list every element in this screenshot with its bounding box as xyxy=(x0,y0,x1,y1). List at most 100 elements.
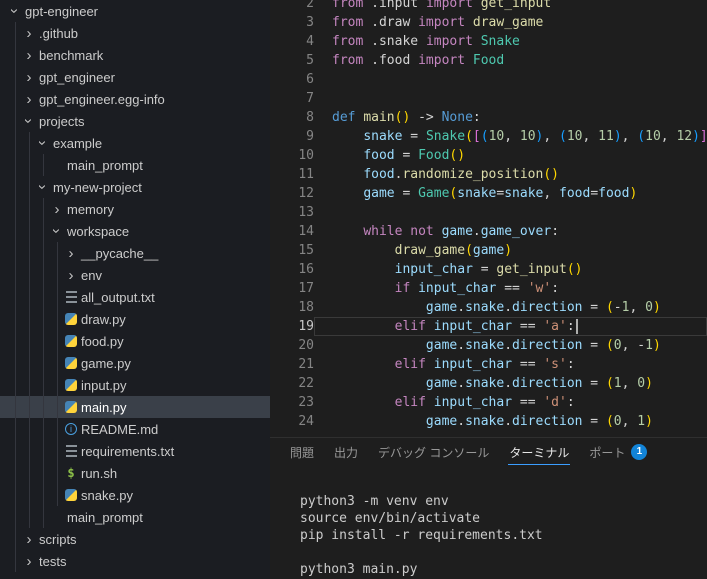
file-tree: › gpt-engineer › .github › benchmark › gpt_engi… xyxy=(0,0,270,572)
line-number[interactable]: 10 xyxy=(270,146,314,165)
tree-item-main_prompt[interactable]: main_prompt xyxy=(0,154,270,176)
tree-item-label: README.md xyxy=(81,421,159,437)
tree-item-requirements.txt[interactable]: requirements.txt xyxy=(0,440,270,462)
indent-guide xyxy=(22,264,36,286)
panel-tab-terminal[interactable]: ターミナル xyxy=(499,438,579,467)
code-line-2[interactable]: 2 from .input import get_input xyxy=(270,0,707,13)
line-number[interactable]: 2 xyxy=(270,0,314,13)
tree-item-label: main.py xyxy=(81,399,127,415)
indent-guide xyxy=(22,484,36,506)
code-line-14[interactable]: 14 while not game.game_over: xyxy=(270,222,707,241)
panel-tab-ports[interactable]: ポート 1 xyxy=(579,438,657,467)
panel-tab-problems[interactable]: 問題 xyxy=(280,438,324,467)
tree-item-benchmark[interactable]: › benchmark xyxy=(0,44,270,66)
tree-item-example[interactable]: › example xyxy=(0,132,270,154)
line-number[interactable]: 13 xyxy=(270,203,314,222)
code-line-20[interactable]: 20 game.snake.direction = (0, -1) xyxy=(270,336,707,355)
code-editor[interactable]: 2 from .input import get_input 3 from .draw… xyxy=(270,0,707,437)
indent-guide xyxy=(8,176,22,198)
code-line-16[interactable]: 16 input_char = get_input() xyxy=(270,260,707,279)
tree-item-workspace[interactable]: › workspace xyxy=(0,220,270,242)
tree-item-run.sh[interactable]: $ run.sh xyxy=(0,462,270,484)
tree-item-my-new-project[interactable]: › my-new-project xyxy=(0,176,270,198)
tree-item-.github[interactable]: › .github xyxy=(0,22,270,44)
line-number[interactable]: 23 xyxy=(270,393,314,412)
line-number[interactable]: 21 xyxy=(270,355,314,374)
code-line-8[interactable]: 8 def main() -> None: xyxy=(270,108,707,127)
code-text: game.snake.direction = (-1, 0) xyxy=(425,300,661,315)
line-number[interactable]: 22 xyxy=(270,374,314,393)
tree-item-label: my-new-project xyxy=(53,179,142,195)
tree-item-env[interactable]: › env xyxy=(0,264,270,286)
line-number[interactable]: 9 xyxy=(270,127,314,146)
code-line-18[interactable]: 18 game.snake.direction = (-1, 0) xyxy=(270,298,707,317)
code-line-5[interactable]: 5 from .food import Food xyxy=(270,51,707,70)
line-number[interactable]: 19 xyxy=(270,317,314,336)
tree-item-tests[interactable]: › tests xyxy=(0,550,270,572)
line-number[interactable]: 20 xyxy=(270,336,314,355)
code-line-12[interactable]: 12 game = Game(snake=snake, food=food) xyxy=(270,184,707,203)
line-number[interactable]: 7 xyxy=(270,89,314,108)
line-number[interactable]: 8 xyxy=(270,108,314,127)
code-line-19[interactable]: 19 elif input_char == 'a': xyxy=(270,317,707,336)
tree-item-main.py[interactable]: main.py xyxy=(0,396,270,418)
code-line-10[interactable]: 10 food = Food() xyxy=(270,146,707,165)
terminal-output[interactable]: python3 -m venv env source env/bin/activa… xyxy=(270,467,707,578)
line-number[interactable]: 14 xyxy=(270,222,314,241)
indent-guide xyxy=(36,264,50,286)
python-file-icon xyxy=(65,379,77,391)
tree-item-gpt-engineer[interactable]: › gpt-engineer xyxy=(0,0,270,22)
python-file-icon xyxy=(65,489,77,501)
tree-item-memory[interactable]: › memory xyxy=(0,198,270,220)
line-number[interactable]: 6 xyxy=(270,70,314,89)
file-icon-slot xyxy=(50,154,64,176)
indent-guide xyxy=(50,484,64,506)
tree-item-label: scripts xyxy=(39,531,77,547)
tree-item-scripts[interactable]: › scripts xyxy=(0,528,270,550)
code-line-13[interactable]: 13 xyxy=(270,203,707,222)
line-number[interactable]: 18 xyxy=(270,298,314,317)
tree-item-main_prompt[interactable]: main_prompt xyxy=(0,506,270,528)
line-number[interactable]: 3 xyxy=(270,13,314,32)
indent-guide xyxy=(8,220,22,242)
text-file-icon xyxy=(65,445,77,457)
code-line-17[interactable]: 17 if input_char == 'w': xyxy=(270,279,707,298)
line-number[interactable]: 11 xyxy=(270,165,314,184)
line-number[interactable]: 17 xyxy=(270,279,314,298)
code-line-23[interactable]: 23 elif input_char == 'd': xyxy=(270,393,707,412)
line-number[interactable]: 15 xyxy=(270,241,314,260)
tree-item-gpt_engineer.egg-info[interactable]: › gpt_engineer.egg-info xyxy=(0,88,270,110)
code-line-21[interactable]: 21 elif input_char == 's': xyxy=(270,355,707,374)
code-line-7[interactable]: 7 xyxy=(270,89,707,108)
tree-item-label: run.sh xyxy=(81,465,118,481)
tree-item-snake.py[interactable]: snake.py xyxy=(0,484,270,506)
line-number[interactable]: 4 xyxy=(270,32,314,51)
panel-tab-debug-console[interactable]: デバッグ コンソール xyxy=(368,438,499,467)
code-line-4[interactable]: 4 from .snake import Snake xyxy=(270,32,707,51)
tree-item-draw.py[interactable]: draw.py xyxy=(0,308,270,330)
line-number[interactable]: 24 xyxy=(270,412,314,431)
line-number[interactable]: 5 xyxy=(270,51,314,70)
tree-item-README.md[interactable]: i README.md xyxy=(0,418,270,440)
code-line-15[interactable]: 15 draw_game(game) xyxy=(270,241,707,260)
line-number[interactable]: 16 xyxy=(270,260,314,279)
chevron-down-icon: › xyxy=(34,140,52,146)
code-line-9[interactable]: 9 snake = Snake([(10, 10), (10, 11), (10… xyxy=(270,127,707,146)
tree-item-gpt_engineer[interactable]: › gpt_engineer xyxy=(0,66,270,88)
tree-item-label: gpt_engineer xyxy=(39,69,115,85)
tree-item-input.py[interactable]: input.py xyxy=(0,374,270,396)
code-line-3[interactable]: 3 from .draw import draw_game xyxy=(270,13,707,32)
code-line-24[interactable]: 24 game.snake.direction = (0, 1) xyxy=(270,412,707,431)
tree-item-food.py[interactable]: food.py xyxy=(0,330,270,352)
code-line-11[interactable]: 11 food.randomize_position() xyxy=(270,165,707,184)
code-text: if input_char == 'w': xyxy=(394,281,560,296)
tree-item-projects[interactable]: › projects xyxy=(0,110,270,132)
line-number[interactable]: 12 xyxy=(270,184,314,203)
tree-item-all_output.txt[interactable]: all_output.txt xyxy=(0,286,270,308)
code-line-6[interactable]: 6 xyxy=(270,70,707,89)
indent-guide xyxy=(22,154,36,176)
code-line-22[interactable]: 22 game.snake.direction = (1, 0) xyxy=(270,374,707,393)
panel-tab-output[interactable]: 出力 xyxy=(324,438,368,467)
tree-item-game.py[interactable]: game.py xyxy=(0,352,270,374)
tree-item-__pycache__[interactable]: › __pycache__ xyxy=(0,242,270,264)
